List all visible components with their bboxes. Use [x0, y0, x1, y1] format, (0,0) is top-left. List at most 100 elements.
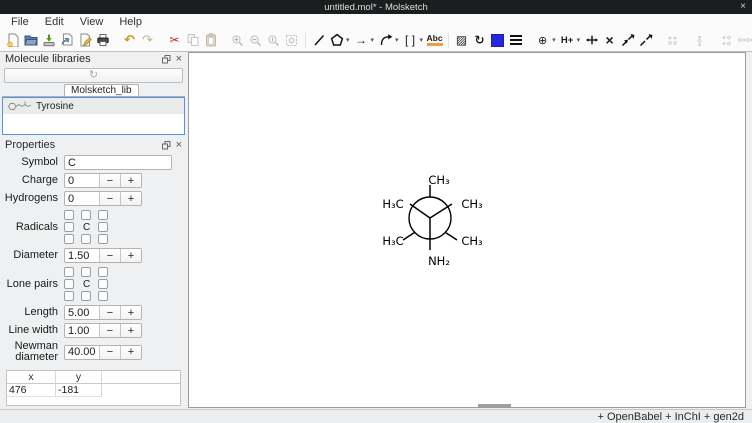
- curved-arrow-tool-icon[interactable]: [377, 31, 394, 49]
- charge-minus-button[interactable]: −: [99, 174, 120, 187]
- lone-pair-checkbox[interactable]: [64, 267, 74, 277]
- atom-label-bottom[interactable]: NH₂: [428, 254, 450, 268]
- arrow-tool-icon[interactable]: →: [353, 31, 370, 49]
- ring-tool-dropdown-icon[interactable]: ▾: [346, 36, 350, 44]
- charge-tool-icon[interactable]: ⊕: [534, 31, 551, 49]
- cut-icon[interactable]: ✂: [166, 31, 183, 49]
- newman-diameter-plus-button[interactable]: +: [120, 346, 141, 359]
- zoom-in-icon[interactable]: [229, 31, 246, 49]
- zoom-out-icon[interactable]: [247, 31, 264, 49]
- drawing-canvas[interactable]: CH₃ H₃C CH₃ H₃C CH₃ NH₂: [188, 52, 746, 408]
- diameter-plus-button[interactable]: +: [120, 249, 141, 262]
- symbol-input[interactable]: C: [64, 155, 172, 170]
- arrow-tool-dropdown-icon[interactable]: ▾: [371, 36, 375, 44]
- atom-label-lower-right[interactable]: CH₃: [461, 234, 483, 248]
- undo-icon[interactable]: ↶: [121, 31, 138, 49]
- library-panel-close-icon[interactable]: ×: [176, 54, 182, 64]
- save-icon[interactable]: [40, 31, 57, 49]
- export-icon[interactable]: [76, 31, 93, 49]
- reaction-arrow-icon-2[interactable]: [637, 31, 654, 49]
- radical-checkbox[interactable]: [98, 234, 108, 244]
- hydrogens-plus-button[interactable]: +: [120, 192, 141, 205]
- align-icon[interactable]: [718, 31, 735, 49]
- canvas-hscrollbar[interactable]: [478, 404, 511, 407]
- lone-pair-checkbox[interactable]: [98, 279, 108, 289]
- newman-diameter-minus-button[interactable]: −: [99, 346, 120, 359]
- coords-cell-x[interactable]: 476: [7, 384, 56, 397]
- newman-diameter-value[interactable]: 40.00: [65, 346, 99, 359]
- line-width-icon[interactable]: [507, 31, 524, 49]
- new-file-icon[interactable]: [4, 31, 21, 49]
- save-as-icon[interactable]: [58, 31, 75, 49]
- radical-checkbox[interactable]: [81, 234, 91, 244]
- radical-checkbox[interactable]: [64, 210, 74, 220]
- line-width-value[interactable]: 1.00: [65, 324, 99, 337]
- hydrogen-tool-icon[interactable]: H+: [559, 31, 576, 49]
- radical-checkbox[interactable]: [98, 210, 108, 220]
- menu-help[interactable]: Help: [111, 16, 150, 28]
- radical-checkbox[interactable]: [64, 234, 74, 244]
- zoom-fit-icon[interactable]: [283, 31, 300, 49]
- menu-view[interactable]: View: [72, 16, 112, 28]
- line-width-plus-button[interactable]: +: [120, 324, 141, 337]
- lone-pair-checkbox[interactable]: [81, 267, 91, 277]
- ring-tool-icon[interactable]: [328, 31, 345, 49]
- distribute-icon[interactable]: [736, 31, 752, 49]
- open-folder-icon[interactable]: [22, 31, 39, 49]
- draw-line-icon[interactable]: [310, 31, 327, 49]
- rotate-icon[interactable]: ↻: [471, 31, 488, 49]
- atom-label-upper-right[interactable]: CH₃: [461, 197, 483, 211]
- library-panel-float-icon[interactable]: [162, 55, 171, 64]
- charge-value[interactable]: 0: [65, 174, 99, 187]
- copy-icon[interactable]: [184, 31, 201, 49]
- list-item-tyrosine[interactable]: Tyrosine: [3, 98, 184, 114]
- menu-file[interactable]: File: [3, 16, 37, 28]
- reaction-arrow-icon-1[interactable]: [619, 31, 636, 49]
- charge-tool-dropdown-icon[interactable]: ▾: [552, 36, 556, 44]
- atom-label-top[interactable]: CH₃: [428, 173, 450, 187]
- color-swatch[interactable]: [489, 31, 506, 49]
- charge-plus-button[interactable]: +: [120, 174, 141, 187]
- connect-tool-icon[interactable]: [583, 31, 600, 49]
- atom-label-upper-left[interactable]: H₃C: [382, 197, 403, 211]
- hydrogens-minus-button[interactable]: −: [99, 192, 120, 205]
- radical-checkbox[interactable]: [64, 222, 74, 232]
- lone-pair-checkbox[interactable]: [98, 291, 108, 301]
- properties-panel-float-icon[interactable]: [162, 141, 171, 150]
- redo-icon[interactable]: ↷: [139, 31, 156, 49]
- length-value[interactable]: 5.00: [65, 306, 99, 319]
- print-icon[interactable]: [94, 31, 111, 49]
- atom-label-lower-left[interactable]: H₃C: [382, 234, 403, 248]
- coords-cell-y[interactable]: -181: [56, 384, 102, 397]
- radical-checkbox[interactable]: [98, 222, 108, 232]
- lone-pair-checkbox[interactable]: [81, 291, 91, 301]
- delete-icon[interactable]: ×: [601, 31, 618, 49]
- library-refresh-button[interactable]: ↻: [4, 68, 183, 83]
- hydrogen-tool-dropdown-icon[interactable]: ▾: [577, 36, 581, 44]
- zoom-original-icon[interactable]: [265, 31, 282, 49]
- hatch-area-icon[interactable]: ▨: [453, 31, 470, 49]
- lone-pair-checkbox[interactable]: [64, 279, 74, 289]
- text-tool-icon[interactable]: Abc: [427, 34, 443, 46]
- diameter-value[interactable]: 1.50: [65, 249, 99, 262]
- newman-projection-bonds[interactable]: [403, 185, 457, 250]
- line-width-minus-button[interactable]: −: [99, 324, 120, 337]
- window-close-icon[interactable]: ×: [740, 0, 746, 14]
- lone-pair-checkbox[interactable]: [64, 291, 74, 301]
- flip-vertical-icon[interactable]: [691, 31, 708, 49]
- radical-checkbox[interactable]: [81, 210, 91, 220]
- hydrogens-value[interactable]: 0: [65, 192, 99, 205]
- flip-horizontal-icon[interactable]: [664, 31, 681, 49]
- length-plus-button[interactable]: +: [120, 306, 141, 319]
- length-minus-button[interactable]: −: [99, 306, 120, 319]
- paste-icon[interactable]: [202, 31, 219, 49]
- diameter-minus-button[interactable]: −: [99, 249, 120, 262]
- molecule-drawing[interactable]: CH₃ H₃C CH₃ H₃C CH₃ NH₂: [189, 53, 744, 407]
- bracket-tool-icon[interactable]: [ ]: [402, 31, 419, 49]
- tab-molsketch-lib[interactable]: Molsketch_lib: [64, 84, 139, 96]
- bracket-tool-dropdown-icon[interactable]: ▾: [420, 36, 424, 44]
- properties-panel-close-icon[interactable]: ×: [176, 140, 182, 150]
- curved-arrow-dropdown-icon[interactable]: ▾: [395, 36, 399, 44]
- menu-edit[interactable]: Edit: [37, 16, 72, 28]
- lone-pair-checkbox[interactable]: [98, 267, 108, 277]
